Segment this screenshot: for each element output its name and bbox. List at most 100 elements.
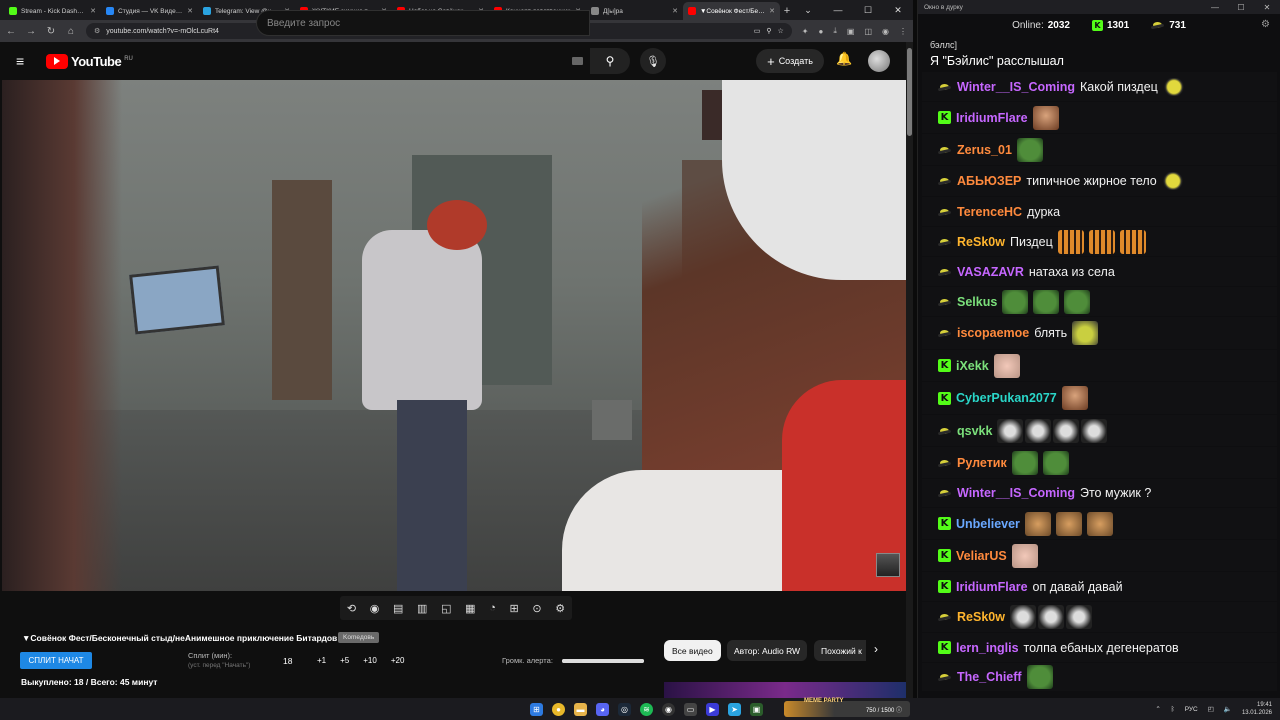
split-step-button[interactable]: +20 — [391, 656, 405, 665]
chat-username[interactable]: ReSk0w — [957, 235, 1005, 249]
tray-chevron-icon[interactable]: ⌃ — [1155, 705, 1160, 713]
split-start-button[interactable]: СПЛИТ НАЧАТ — [20, 652, 92, 669]
tab-close-icon[interactable]: ✕ — [769, 7, 775, 15]
playlist-icon[interactable]: ▤ — [393, 602, 403, 615]
chat-username[interactable]: iscopaemoe — [957, 326, 1029, 340]
chat-username[interactable]: ReSk0w — [957, 610, 1005, 624]
meme-party-widget[interactable]: MEME PARTY 750 / 1500 ⓘ — [784, 698, 910, 717]
chat-username[interactable]: CyberPukan2077 — [956, 391, 1057, 405]
bluetooth-icon[interactable]: ᛒ — [1171, 706, 1175, 713]
pip-icon[interactable]: ◱ — [441, 602, 451, 615]
theater-icon[interactable]: ▦ — [465, 602, 475, 615]
chat-username[interactable]: VASAZAVR — [957, 265, 1024, 279]
split-step-button[interactable]: +1 — [317, 656, 326, 665]
audio-icon[interactable]: ◉ — [370, 602, 380, 615]
bell-icon[interactable]: 🔔 — [836, 51, 852, 67]
split-step-button[interactable]: +10 — [363, 656, 377, 665]
profile-icon[interactable]: ● — [819, 27, 824, 36]
language-indicator[interactable]: РУС — [1185, 706, 1198, 713]
zoom-icon[interactable]: ⚲ — [766, 27, 771, 35]
chat-username[interactable]: iXekk — [956, 359, 989, 373]
chip-similar[interactable]: Похожий к — [814, 640, 866, 661]
loop-icon[interactable]: ⟲ — [347, 602, 356, 615]
obs-icon[interactable]: ◉ — [662, 702, 675, 716]
chat-username[interactable]: IridiumFlare — [956, 111, 1028, 125]
cast-icon[interactable]: ▭ — [754, 27, 761, 35]
video-player[interactable] — [2, 80, 908, 591]
chat-username[interactable]: Selkus — [957, 295, 997, 309]
maximize-button[interactable]: ☐ — [853, 0, 883, 20]
speed-icon[interactable]: ◔ — [489, 602, 496, 614]
channel-watermark[interactable] — [876, 553, 900, 577]
alert-volume-slider[interactable] — [562, 659, 644, 663]
reload-icon[interactable]: ↻ — [46, 26, 56, 37]
puzzle-icon[interactable]: ▣ — [847, 27, 855, 36]
back-icon[interactable]: ← — [6, 26, 16, 37]
search-input[interactable]: Введите запрос — [256, 10, 590, 36]
browser-tab[interactable]: Студия — VK Видео Live ✕ — [101, 2, 198, 20]
tab-close-icon[interactable]: ✕ — [90, 7, 96, 15]
tab-close-icon[interactable]: ✕ — [672, 7, 678, 15]
chat-username[interactable]: Winter__IS_Coming — [957, 80, 1075, 94]
keyboard-icon[interactable] — [572, 57, 583, 65]
close-button[interactable]: ✕ — [883, 0, 913, 20]
account-icon[interactable]: ◉ — [882, 27, 889, 36]
tab-close-icon[interactable]: ✕ — [187, 7, 193, 15]
steam-icon[interactable]: ◎ — [618, 702, 631, 716]
recommended-thumbnail[interactable] — [664, 682, 906, 698]
telegram-icon[interactable]: ➤ — [728, 702, 741, 716]
clock[interactable]: 19:41 13.01.2026 — [1242, 701, 1272, 717]
windows-start-icon[interactable]: ⊞ — [530, 702, 543, 716]
chat-username[interactable]: АБЬЮЗЕР — [957, 174, 1021, 188]
avatar[interactable] — [868, 50, 890, 72]
chip-all-videos[interactable]: Все видео — [664, 640, 721, 661]
browser-tab[interactable]: ▼Совёнок Фест/Беско ✕ — [683, 2, 780, 20]
chat-username[interactable]: Zerus_01 — [957, 143, 1012, 157]
add-to-queue-icon[interactable]: ⊞ — [510, 602, 519, 615]
youtube-logo[interactable]: YouTube RU — [46, 53, 133, 69]
app-icon[interactable]: ▭ — [684, 702, 697, 716]
chat-username[interactable]: qsvkk — [957, 424, 992, 438]
menu-dots-icon[interactable]: ⋮ — [899, 27, 907, 36]
chat-username[interactable]: The_Chieff — [957, 670, 1022, 684]
site-info-icon[interactable]: ⚙ — [94, 27, 100, 35]
chat-username[interactable]: Unbeliever — [956, 517, 1020, 531]
chat-username[interactable]: TerenceHC — [957, 205, 1022, 219]
discord-icon[interactable]: ◕ — [596, 702, 609, 716]
hamburger-menu-icon[interactable]: ≡ — [16, 53, 30, 69]
clapper-icon[interactable]: ▥ — [417, 602, 427, 615]
home-icon[interactable]: ⌂ — [66, 26, 76, 37]
chip-author[interactable]: Автор: Audio RW — [727, 640, 808, 661]
voice-search-button[interactable]: 🎙 — [640, 48, 666, 74]
spotify-icon[interactable]: ≋ — [640, 702, 653, 716]
tab-search-icon[interactable]: ⌄ — [793, 0, 823, 20]
chat-username[interactable]: Winter__IS_Coming — [957, 486, 1075, 500]
extensions-icon[interactable]: ✦ — [802, 27, 809, 36]
chat-username[interactable]: IridiumFlare — [956, 580, 1028, 594]
sidepanel-icon[interactable]: ◫ — [864, 27, 872, 36]
minimize-button[interactable]: — — [823, 0, 853, 20]
maximize-button[interactable]: ☐ — [1228, 0, 1254, 14]
chat-username[interactable]: lern_inglis — [956, 641, 1019, 655]
folder-icon[interactable]: ▬ — [574, 702, 587, 716]
scrollbar-thumb[interactable] — [907, 48, 912, 136]
gear-icon[interactable]: ⚙ — [1261, 19, 1270, 30]
media-player-icon[interactable]: ▶ — [706, 702, 719, 716]
chrome-icon[interactable]: ● — [552, 702, 565, 716]
minimize-button[interactable]: — — [1202, 0, 1228, 14]
new-tab-button[interactable]: + — [780, 2, 794, 20]
chevron-right-icon[interactable]: › — [874, 642, 878, 656]
forward-icon[interactable]: → — [26, 26, 36, 37]
network-icon[interactable]: ◰ — [1208, 705, 1214, 713]
volume-icon[interactable]: 🔈 — [1224, 705, 1232, 713]
browser-tab[interactable]: Stream - Kick Dashboard ✕ — [4, 2, 101, 20]
create-button[interactable]: + Создать — [756, 49, 824, 73]
search-button[interactable]: ⚲ — [590, 48, 630, 74]
download-icon[interactable]: ⤓ — [833, 26, 837, 36]
split-step-button[interactable]: +5 — [340, 656, 349, 665]
chat-username[interactable]: Рулетик — [957, 456, 1007, 470]
screenshot-icon[interactable]: ⊙ — [532, 602, 541, 615]
browser-tab[interactable]: Д[ы]ра ✕ — [586, 2, 683, 20]
bookmark-star-icon[interactable]: ☆ — [778, 27, 784, 35]
app2-icon[interactable]: ▣ — [750, 702, 763, 716]
